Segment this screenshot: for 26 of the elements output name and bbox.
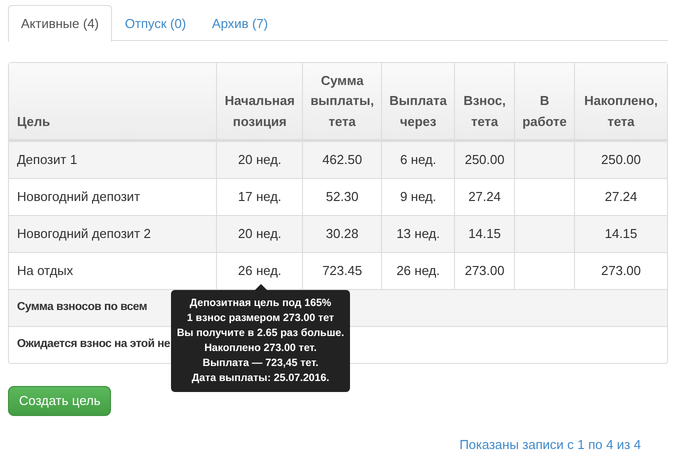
table-cell: Новогодний депозит 2 [9, 215, 218, 252]
table-cell: Депозит 1 [9, 141, 218, 178]
table-cell: 250.00 [455, 141, 516, 178]
column-header[interactable]: Начальная позиция [217, 63, 304, 141]
table-cell: 20 нед. [217, 215, 304, 252]
table-cell: 14.15 [455, 215, 516, 252]
table-cell: 30.28 [303, 215, 382, 252]
column-header[interactable]: В работе [515, 63, 576, 141]
tooltip: Депозитная цель под 165% 1 взнос размером 273.00 тет Вы получите в 2.65 раз больше. Накоплено 273.00 тет. Выплата — 723,45 тет. Дата выплаты: 25.07.2016. [171, 290, 350, 392]
table-cell: 462.50 [303, 141, 382, 178]
column-header[interactable]: Сумма выплаты, тета [303, 63, 382, 141]
table-cell: 13 нед. [382, 215, 456, 252]
column-header[interactable]: Цель [9, 63, 218, 141]
column-header[interactable]: Взнос, тета [455, 63, 516, 141]
table-cell: 20 нед. [217, 141, 304, 178]
column-header[interactable]: Накоплено, тета [575, 63, 667, 141]
tab[interactable]: Активные (4) [8, 5, 112, 42]
summary-text: Ожидается взнос на этой не [17, 338, 170, 350]
table-cell: 14.15 [575, 215, 667, 252]
summary-text: Сумма взносов по всем [17, 301, 148, 314]
tab[interactable]: Отпуск (0) [112, 5, 200, 42]
table-cell: 250.00 [575, 141, 667, 178]
records-info: Показаны записи с 1 по 4 из 4 [459, 436, 641, 451]
column-header[interactable]: Выплата через [382, 63, 456, 141]
table-cell: 6 нед. [382, 141, 456, 178]
tab[interactable]: Архив (7) [199, 5, 281, 42]
